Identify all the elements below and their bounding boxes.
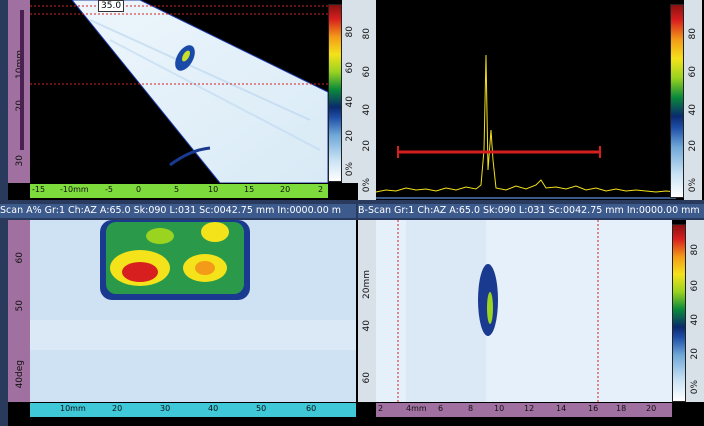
index-tick: 15 bbox=[244, 185, 255, 194]
cscan-left-ruler[interactable]: 40deg 50 60 bbox=[8, 220, 30, 402]
index-tick: -15 bbox=[32, 185, 46, 194]
status-bar-right: B-Scan Gr:1 Ch:AZ A:65.0 Sk:090 L:031 Sc… bbox=[358, 204, 704, 218]
sscan-panel[interactable]: 10mm 20 30 35.0 0% 20 40 60 80 - bbox=[8, 0, 358, 200]
ascan-y-ruler: 0% 20 40 60 80 bbox=[358, 0, 376, 200]
index-tick: 5 bbox=[174, 185, 180, 194]
colorbar-label: 60 bbox=[688, 66, 698, 78]
index-tick: 20 bbox=[280, 185, 291, 194]
index-tick: 0 bbox=[136, 185, 142, 194]
top-marker-label: 35.0 bbox=[98, 0, 125, 12]
cscan-bottom-ruler[interactable]: 10mm 20 30 40 50 60 bbox=[30, 403, 356, 417]
ascan-panel[interactable]: 0% 20 40 60 80 0% 20 40 60 80 bbox=[358, 0, 704, 200]
ascan-y-tick: 40 bbox=[362, 104, 372, 116]
index-ruler[interactable]: -15 -10mm -5 0 5 10 15 20 2 bbox=[30, 184, 328, 198]
bscan-bottom-tick: 18 bbox=[616, 404, 627, 413]
bscan-bottom-tick: 8 bbox=[468, 404, 474, 413]
bscan-image bbox=[376, 220, 672, 402]
cscan-bottom-tick: 20 bbox=[112, 404, 123, 413]
colorbar-label: 40 bbox=[345, 96, 355, 108]
index-tick: -10mm bbox=[60, 185, 89, 194]
index-tick: 10 bbox=[208, 185, 219, 194]
cscan-bottom-tick: 30 bbox=[160, 404, 171, 413]
cscan-bottom-tick: 40 bbox=[208, 404, 219, 413]
bscan-bottom-tick: 2 bbox=[378, 404, 384, 413]
bscan-bottom-tick: 4mm bbox=[406, 404, 427, 413]
bscan-bottom-tick: 10 bbox=[494, 404, 505, 413]
colorbar-label: 0% bbox=[688, 178, 698, 193]
depth-ruler[interactable]: 10mm 20 30 bbox=[8, 0, 30, 183]
cscan-left-tick: 60 bbox=[15, 252, 25, 264]
colorbar-label: 80 bbox=[345, 26, 355, 38]
sscan-image bbox=[30, 0, 328, 183]
colorbar-label: 60 bbox=[690, 280, 700, 292]
bscan-colorbar bbox=[672, 224, 686, 402]
ascan-colorbar-scale: 0% 20 40 60 80 bbox=[684, 0, 702, 200]
colorbar-label: 20 bbox=[688, 140, 698, 152]
colorbar-label: 80 bbox=[688, 28, 698, 40]
sscan-colorbar bbox=[328, 4, 342, 182]
bscan-left-tick: 40 bbox=[362, 320, 372, 332]
sscan-colorbar-scale: 0% 20 40 60 80 bbox=[342, 0, 358, 183]
colorbar-label: 40 bbox=[690, 314, 700, 326]
index-tick: -5 bbox=[105, 185, 113, 194]
index-tick: 2 bbox=[318, 185, 324, 194]
ascan-y-tick: 80 bbox=[362, 28, 372, 40]
colorbar-label: 40 bbox=[688, 104, 698, 116]
bscan-colorbar-scale: 0% 20 40 60 80 bbox=[686, 220, 704, 402]
cscan-panel[interactable]: 40deg 50 60 10mm 20 30 40 50 60 bbox=[8, 220, 358, 426]
colorbar-label: 20 bbox=[690, 348, 700, 360]
ascan-y-tick: 0% bbox=[362, 178, 372, 193]
bscan-bottom-tick: 6 bbox=[438, 404, 444, 413]
colorbar-label: 80 bbox=[690, 244, 700, 256]
cscan-bottom-tick: 60 bbox=[306, 404, 317, 413]
ascan-waveform bbox=[376, 54, 676, 199]
depth-tick: 30 bbox=[15, 155, 25, 167]
colorbar-label: 20 bbox=[345, 130, 355, 142]
colorbar-label: 60 bbox=[345, 62, 355, 74]
bscan-bottom-tick: 14 bbox=[556, 404, 567, 413]
cscan-bottom-tick: 50 bbox=[256, 404, 267, 413]
bscan-left-tick: 60 bbox=[362, 372, 372, 384]
colorbar-label: 0% bbox=[345, 162, 355, 177]
cscan-left-tick: 40deg bbox=[15, 360, 25, 389]
colorbar-label: 0% bbox=[690, 380, 700, 395]
ascan-colorbar bbox=[670, 4, 684, 198]
bscan-panel[interactable]: 20mm 40 60 0% 20 40 60 80 2 4mm 6 8 10 1… bbox=[358, 220, 704, 426]
bscan-left-tick: 20mm bbox=[362, 270, 372, 299]
cscan-bottom-tick: 10mm bbox=[60, 404, 86, 413]
bscan-bottom-ruler[interactable]: 2 4mm 6 8 10 12 14 16 18 20 bbox=[376, 403, 672, 417]
depth-cursor-marker[interactable] bbox=[20, 10, 24, 150]
ascan-y-tick: 60 bbox=[362, 66, 372, 78]
bscan-bottom-tick: 16 bbox=[588, 404, 599, 413]
cscan-image bbox=[30, 220, 356, 402]
bscan-bottom-tick: 12 bbox=[524, 404, 535, 413]
ascan-y-tick: 20 bbox=[362, 140, 372, 152]
bscan-bottom-tick: 20 bbox=[646, 404, 657, 413]
cscan-left-tick: 50 bbox=[15, 300, 25, 312]
status-bar-left: Scan A% Gr:1 Ch:AZ A:65.0 Sk:090 L:031 S… bbox=[0, 204, 356, 218]
bscan-left-ruler[interactable]: 20mm 40 60 bbox=[358, 220, 376, 402]
